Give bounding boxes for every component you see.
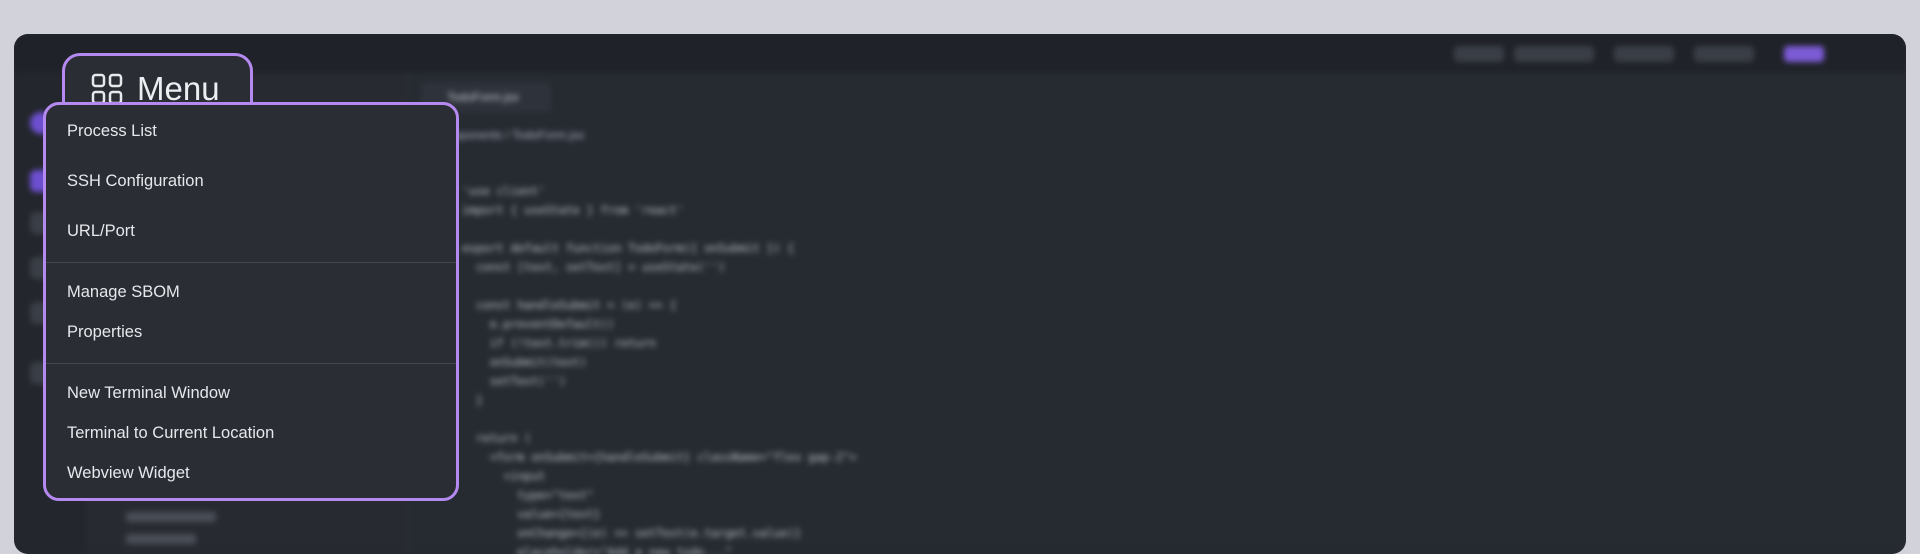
code-line: export default function TodoForm({ onSub… [462,241,795,255]
code-editor: TodoForm.jsx components / TodoForm.jsx '… [407,72,1906,554]
menu-divider [46,262,456,263]
menu-item-webview-widget[interactable]: Webview Widget [67,464,190,483]
menu-dropdown: Process List SSH Configuration URL/Port … [43,102,459,501]
breadcrumb: components / TodoForm.jsx [437,128,584,142]
code-line: <input [462,469,546,483]
titlebar-control [1694,46,1754,62]
code-line: onChange={(e) => setText(e.target.value)… [462,526,802,540]
code-content: 'use client' import { useState } from 're… [462,182,967,554]
grid-icon [91,73,123,105]
menu-item-manage-sbom[interactable]: Manage SBOM [67,283,180,302]
code-line: setText('') [462,374,566,388]
code-line: import { useState } from 'react' [462,203,684,217]
code-line: const handleSubmit = (e) => { [462,298,677,312]
title-bar [14,34,1906,73]
titlebar-control [1454,46,1504,62]
code-line: 'use client' [462,184,546,198]
code-line: } [462,393,483,407]
menu-divider [46,363,456,364]
menu-item-ssh-configuration[interactable]: SSH Configuration [67,172,204,191]
menu-item-process-list[interactable]: Process List [67,122,157,141]
breadcrumb-file: TodoForm.jsx [512,128,585,142]
code-line: e.preventDefault() [462,317,615,331]
titlebar-control [1514,46,1594,62]
editor-tab-label: TodoForm.jsx [447,90,520,104]
code-line: if (!text.trim()) return [462,336,656,350]
menu-item-new-terminal-window[interactable]: New Terminal Window [67,384,230,403]
code-line: return ( [462,431,532,445]
code-line: onSubmit(text) [462,355,587,369]
menu-item-url-port[interactable]: URL/Port [67,222,135,241]
code-line: value={text} [462,507,601,521]
menu-item-properties[interactable]: Properties [67,323,142,342]
tree-row [126,534,196,544]
code-line: <form onSubmit={handleSubmit} className=… [462,450,857,464]
code-line: type="text" [462,488,594,502]
code-line: const [text, setText] = useState('') [462,260,726,274]
menu-item-terminal-to-current-location[interactable]: Terminal to Current Location [67,424,274,443]
tree-row [126,512,216,522]
user-badge [1784,46,1824,62]
titlebar-control [1614,46,1674,62]
code-line: placeholder="Add a new todo..." [462,545,733,554]
